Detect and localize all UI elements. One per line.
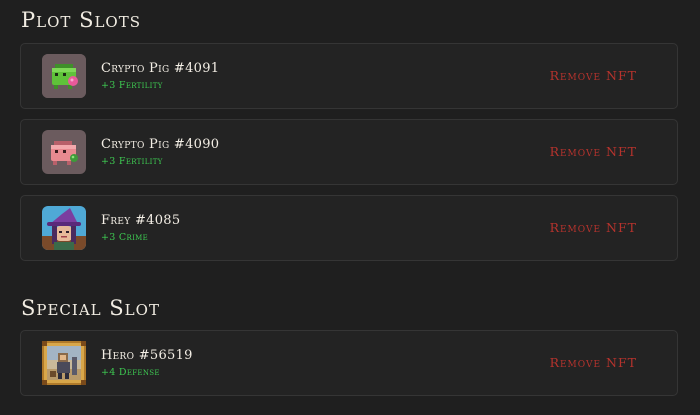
nft-name: Crypto Pig #4091 [101, 61, 220, 76]
nft-bonus: +3 Fertility [101, 80, 163, 91]
special-slot-card-1: Hero #56519 +4 Defense Remove NFT [20, 330, 678, 396]
remove-nft-button[interactable]: Remove NFT [550, 144, 637, 159]
green-pig-icon [42, 54, 86, 98]
remove-nft-button[interactable]: Remove NFT [550, 68, 637, 83]
nft-bonus: +4 Defense [101, 367, 160, 378]
plot-slot-card-1: Crypto Pig #4091 +3 Fertility Remove NFT [20, 43, 678, 109]
plot-slot-card-3: Frey #4085 +3 Crime Remove NFT [20, 195, 678, 261]
special-slot-title: Special Slot [21, 296, 160, 320]
nft-name: Crypto Pig #4090 [101, 137, 220, 152]
witch-portrait-icon [42, 206, 86, 250]
nft-name: Hero #56519 [101, 348, 193, 363]
nft-bonus: +3 Fertility [101, 156, 163, 167]
remove-nft-button[interactable]: Remove NFT [550, 220, 637, 235]
hero-card-icon [42, 341, 86, 385]
nft-bonus: +3 Crime [101, 232, 149, 243]
plot-slot-card-2: Crypto Pig #4090 +3 Fertility Remove NFT [20, 119, 678, 185]
pink-pig-icon [42, 130, 86, 174]
nft-name: Frey #4085 [101, 213, 181, 228]
plot-slots-title: Plot Slots [21, 8, 141, 32]
remove-nft-button[interactable]: Remove NFT [550, 355, 637, 370]
